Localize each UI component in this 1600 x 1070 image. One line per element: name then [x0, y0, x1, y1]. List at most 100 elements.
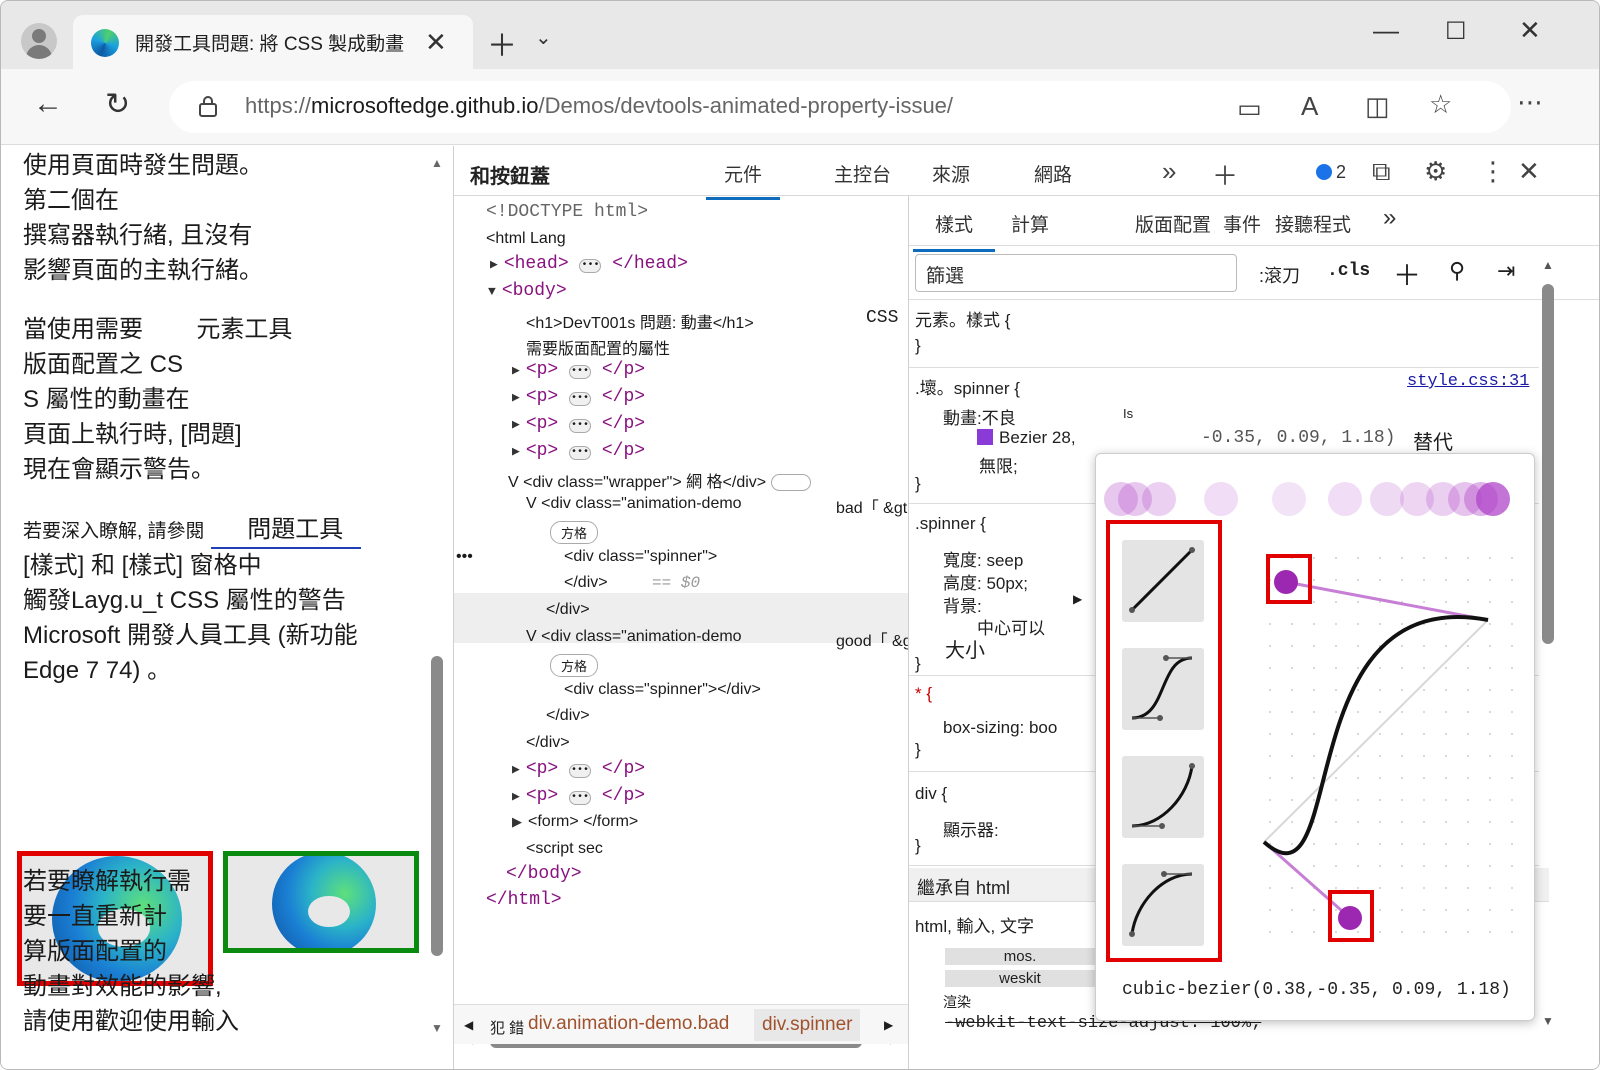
close-devtools-icon[interactable]: ✕ — [1518, 156, 1540, 187]
div-close-node[interactable]: </div> — [526, 734, 570, 752]
browser-tab[interactable]: 開發工具問題: 將 CSS 製成動畫 ✕ — [73, 15, 473, 69]
p-node[interactable]: ▶ <p> ••• </p> — [512, 414, 645, 434]
close-tab-icon[interactable]: ✕ — [425, 27, 447, 58]
display-property[interactable]: 顯示器: — [943, 816, 999, 841]
new-rule-icon[interactable]: ＋ — [1393, 254, 1421, 294]
more-tabs-chevron-icon[interactable]: » — [1162, 156, 1176, 187]
chevron-down-icon[interactable]: ⌄ — [535, 25, 552, 50]
expand-arrow-icon[interactable]: ▶ — [1073, 592, 1082, 606]
body-node[interactable]: ▼ <body> — [488, 281, 567, 301]
div-close-node[interactable]: </div> == $0 — [564, 574, 700, 592]
body-close-node[interactable]: </body> — [506, 864, 582, 884]
tab-elements[interactable]: 元件 — [706, 160, 781, 200]
issues-tool-link[interactable]: 問題工具 — [211, 512, 362, 549]
p-node[interactable]: ▶ <p> ••• </p> — [512, 387, 645, 407]
preset-ease-out-icon[interactable] — [1122, 864, 1204, 946]
issues-badge[interactable]: 2 — [1316, 162, 1346, 183]
p-node[interactable]: ▶ <p> ••• </p> — [512, 759, 645, 779]
tab-event-listeners[interactable]: 事件 — [1223, 210, 1261, 237]
rule-selector[interactable]: html, 輸入, 文字 — [915, 912, 1034, 937]
p-node[interactable]: ▶ <p> ••• </p> — [512, 786, 645, 806]
spinner-div-node[interactable]: <div class="spinner"></div> — [564, 681, 761, 699]
breadcrumb-item[interactable]: div.animation-demo.bad — [528, 1013, 729, 1035]
height-property[interactable]: 高度: 50px; — [943, 569, 1028, 594]
scroll-up-icon[interactable]: ▲ — [1542, 258, 1554, 272]
scroll-down-icon[interactable]: ▼ — [1542, 1014, 1554, 1028]
head-node[interactable]: ▶ <head> ••• </head> — [490, 254, 688, 274]
rule-selector[interactable]: .壞。spinner { — [915, 374, 1020, 399]
connect-device-icon[interactable]: ⧉ — [1372, 156, 1391, 188]
animation-demo-good-node[interactable]: V <div class="animation-demo — [526, 628, 742, 646]
tab-console[interactable]: 主控台 — [834, 160, 891, 187]
lock-icon[interactable] — [199, 95, 217, 117]
breadcrumb-right-icon[interactable]: ▶ — [884, 1018, 893, 1032]
filter-input[interactable]: 篩選 — [915, 254, 1237, 292]
bezier-values[interactable]: -0.35, 0.09, 1.18) — [1201, 428, 1395, 448]
gear-icon[interactable]: ⚙ — [1424, 156, 1447, 187]
minimize-icon[interactable]: — — [1373, 15, 1399, 46]
close-window-icon[interactable]: ✕ — [1519, 15, 1541, 46]
div-close-node[interactable]: </div> — [546, 707, 590, 725]
refresh-icon[interactable]: ↻ — [105, 87, 130, 122]
background-property[interactable]: 背景: — [943, 592, 982, 617]
add-tab-icon[interactable]: ＋ — [1212, 156, 1238, 193]
rule-selector[interactable]: .spinner { — [915, 514, 986, 534]
address-bar[interactable]: https://microsoftedge.github.io/Demos/de… — [169, 81, 1511, 133]
favorite-star-icon[interactable]: ☆ — [1429, 89, 1452, 120]
script-node[interactable]: <script sec — [526, 840, 603, 858]
rule-selector[interactable]: * { — [915, 684, 932, 704]
maximize-icon[interactable]: ☐ — [1445, 17, 1467, 46]
p-node[interactable]: ▶ <p> ••• </p> — [512, 441, 645, 461]
width-property[interactable]: 寬度: seep — [943, 546, 1023, 571]
breadcrumb-item-active[interactable]: div.spinner — [754, 1009, 861, 1041]
form-node[interactable]: ▶ <form> </form> — [512, 813, 638, 831]
paint-brush-icon[interactable]: ⚲ — [1449, 258, 1465, 284]
doctype-node[interactable]: <!DOCTYPE html> — [486, 202, 648, 222]
more-options-icon[interactable]: ⋮ — [1480, 156, 1506, 187]
html-close-node[interactable]: </html> — [486, 890, 562, 910]
more-tabs-chevron-icon[interactable]: » — [1383, 204, 1396, 232]
immersive-reader-icon[interactable]: ◫ — [1365, 91, 1390, 122]
class-toggle[interactable]: .cls — [1327, 261, 1370, 281]
animation-property[interactable]: 動畫:不良 — [943, 404, 1016, 429]
infinite-value[interactable]: 無限; — [979, 452, 1018, 477]
tab-actions-icon[interactable]: ▭ — [1237, 93, 1262, 124]
wrapper-div-node[interactable]: V <div class="wrapper"> 網 格</div> — [508, 468, 811, 492]
preset-linear-icon[interactable] — [1122, 540, 1204, 622]
tab-sources[interactable]: 來源 — [932, 160, 970, 187]
animation-demo-bad-node[interactable]: V <div class="animation-demo — [526, 495, 742, 513]
node-actions-icon[interactable]: ••• — [456, 548, 473, 566]
scrollbar-thumb[interactable] — [1542, 284, 1554, 644]
new-tab-icon[interactable]: ＋ — [487, 21, 517, 65]
source-link[interactable]: style.css:31 — [1407, 372, 1529, 391]
scroll-down-icon[interactable]: ▼ — [431, 1021, 443, 1035]
breadcrumb-item[interactable]: 犯 錯 — [490, 1017, 524, 1038]
url-text[interactable]: https://microsoftedge.github.io/Demos/de… — [245, 93, 953, 119]
html-node[interactable]: <html Lang — [486, 230, 566, 248]
tab-listeners[interactable]: 接聽程式 — [1275, 210, 1351, 237]
read-aloud-icon[interactable]: A — [1301, 91, 1318, 122]
tab-network[interactable]: 網路 — [1034, 160, 1072, 187]
h1-node[interactable]: <h1>DevT001s 問題: 動畫</h1> — [526, 309, 754, 333]
tab-layout[interactable]: 版面配置 — [1135, 210, 1211, 237]
toggle-sidebar-icon[interactable]: ⇥ — [1497, 258, 1515, 284]
box-sizing-property[interactable]: box-sizing: boo — [943, 718, 1057, 738]
scroll-up-icon[interactable]: ▲ — [431, 156, 443, 170]
grid-badge[interactable]: 方格 — [550, 521, 599, 544]
more-menu-icon[interactable]: ⋯ — [1517, 87, 1543, 118]
page-scrollbar[interactable]: ▲ ▼ — [429, 146, 445, 1069]
profile-avatar-icon[interactable] — [21, 23, 57, 59]
back-arrow-icon[interactable]: ← — [33, 87, 63, 121]
p-node[interactable]: ▶ <p> ••• </p> — [512, 360, 645, 380]
styles-scrollbar[interactable]: ▲ ▼ — [1538, 246, 1556, 1028]
div-close-node[interactable]: </div> — [546, 601, 590, 619]
preset-ease-in-icon[interactable] — [1122, 756, 1204, 838]
hover-state-toggle[interactable]: :滾刀 — [1259, 262, 1300, 288]
spinner-div-node-selected[interactable]: <div class="spinner"> — [564, 548, 717, 566]
preset-ease-in-out-icon[interactable] — [1122, 648, 1204, 730]
bezier-swatch[interactable]: Bezier 28, — [977, 428, 1076, 448]
breadcrumb-left-icon[interactable]: ◀ — [464, 1018, 473, 1032]
rule-selector[interactable]: div { — [915, 784, 947, 804]
tab-computed[interactable]: 計算 — [1011, 210, 1049, 237]
scrollbar-thumb[interactable] — [431, 656, 443, 956]
